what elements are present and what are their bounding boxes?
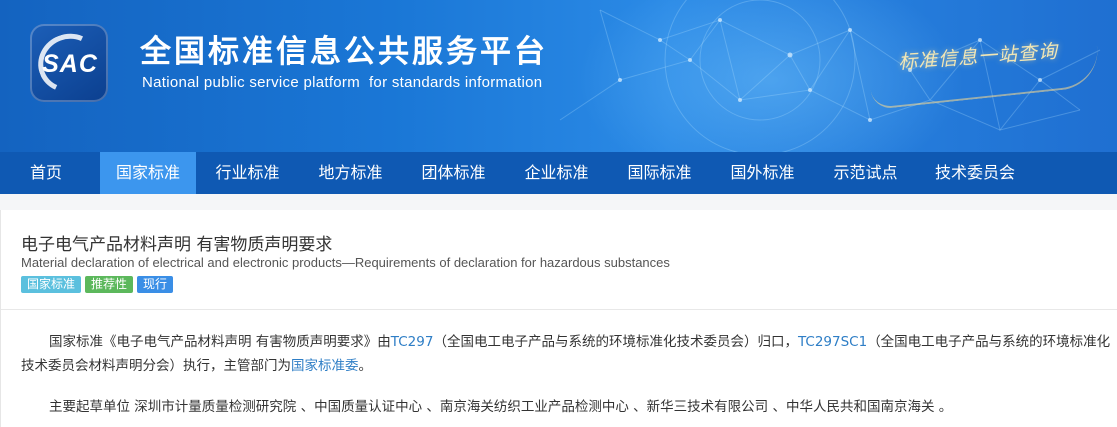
site-title: 全国标准信息公共服务平台 bbox=[140, 34, 548, 70]
drafting-units-paragraph: 主要起草单位 深圳市计量质量检测研究院 、中国质量认证中心 、南京海关纺织工业产… bbox=[49, 399, 953, 415]
desc-text-4: 。 bbox=[358, 358, 373, 374]
nav-demonstration-pilot[interactable]: 示范试点 bbox=[814, 152, 917, 194]
standard-title-en: Material declaration of electrical and e… bbox=[21, 255, 670, 270]
link-sac[interactable]: 国家标准委 bbox=[291, 358, 359, 374]
logo-text: SAC bbox=[42, 50, 98, 78]
header-banner: SAC 全国标准信息公共服务平台 National public service… bbox=[0, 0, 1117, 152]
nav-technical-committee[interactable]: 技术委员会 bbox=[917, 152, 1033, 194]
sac-logo[interactable]: SAC bbox=[29, 24, 109, 102]
content-gap bbox=[0, 194, 1117, 210]
badge-current: 现行 bbox=[137, 276, 174, 293]
standard-detail: 电子电气产品材料声明 有害物质声明要求 Material declaration… bbox=[0, 210, 1117, 427]
badge-recommended: 推荐性 bbox=[85, 276, 134, 293]
nav-enterprise-standards[interactable]: 企业标准 bbox=[505, 152, 608, 194]
nav-international-standards[interactable]: 国际标准 bbox=[608, 152, 711, 194]
site-subtitle: National public service platform for sta… bbox=[142, 74, 543, 91]
nav-local-standards[interactable]: 地方标准 bbox=[299, 152, 402, 194]
description-paragraph: 国家标准《电子电气产品材料声明 有害物质声明要求》由TC297（全国电工电子产品… bbox=[21, 330, 1111, 378]
standard-title-cn: 电子电气产品材料声明 有害物质声明要求 bbox=[21, 235, 333, 255]
nav-industry-standards[interactable]: 行业标准 bbox=[196, 152, 299, 194]
nav-foreign-standards[interactable]: 国外标准 bbox=[711, 152, 814, 194]
standard-badges: 国家标准 推荐性 现行 bbox=[21, 276, 174, 293]
divider bbox=[1, 309, 1117, 310]
link-tc297sc1[interactable]: TC297SC1 bbox=[798, 334, 867, 350]
nav-national-standards[interactable]: 国家标准 bbox=[100, 152, 196, 194]
desc-text-2: （全国电工电子产品与系统的环境标准化技术委员会）归口， bbox=[433, 334, 798, 350]
nav-home[interactable]: 首页 bbox=[0, 152, 92, 194]
link-tc297[interactable]: TC297 bbox=[391, 334, 434, 350]
main-nav: 首页 国家标准 行业标准 地方标准 团体标准 企业标准 国际标准 国外标准 示范… bbox=[0, 152, 1117, 194]
desc-text-1: 国家标准《电子电气产品材料声明 有害物质声明要求》由 bbox=[49, 334, 391, 350]
badge-national-standard: 国家标准 bbox=[21, 276, 82, 293]
nav-group-standards[interactable]: 团体标准 bbox=[402, 152, 505, 194]
